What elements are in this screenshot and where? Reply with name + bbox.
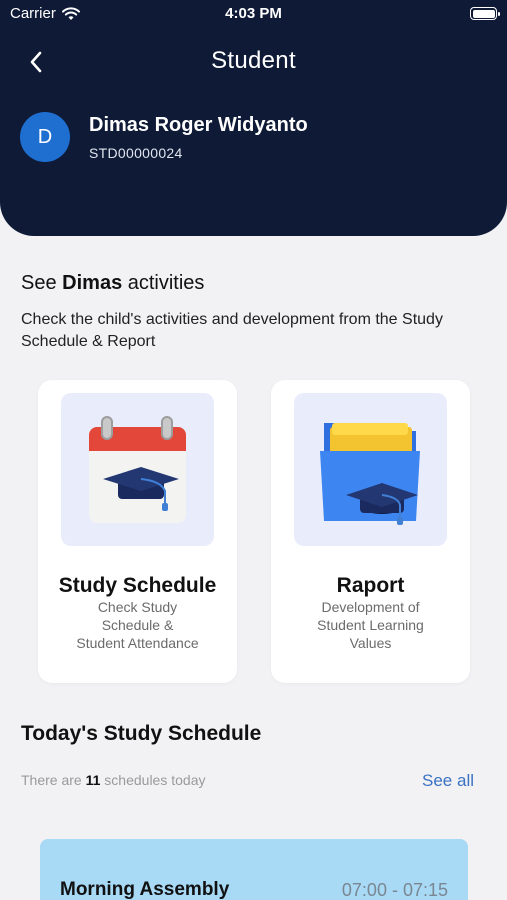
study-schedule-image [61, 393, 214, 546]
study-schedule-title: Study Schedule [58, 574, 217, 597]
nav-bar: Student [0, 40, 507, 84]
schedule-count-suffix: schedules today [100, 772, 206, 788]
raport-image [294, 393, 447, 546]
schedule-item[interactable]: Morning Assembly 07:00 - 07:15 [40, 839, 468, 900]
activities-heading: See Dimas activities [21, 272, 204, 295]
raport-title: Raport [336, 574, 405, 597]
raport-card[interactable]: Raport Development of Student Learning V… [271, 380, 470, 683]
profile-text: Dimas Roger Widyanto STD00000024 [89, 114, 308, 161]
status-time: 4:03 PM [225, 5, 282, 22]
activities-heading-prefix: See [21, 272, 63, 294]
folder-graduation-cap-icon [320, 423, 420, 525]
see-all-link[interactable]: See all [422, 771, 474, 791]
raport-description: Development of Student Learning Values [317, 599, 424, 651]
battery-icon [470, 7, 500, 20]
study-schedule-card[interactable]: Study Schedule Check Study Schedule & St… [38, 380, 237, 683]
status-bar: Carrier 4:03 PM [0, 0, 507, 28]
student-name: Dimas Roger Widyanto [89, 113, 308, 136]
student-profile: D Dimas Roger Widyanto STD00000024 [20, 112, 308, 162]
today-schedule-heading: Today's Study Schedule [21, 722, 262, 745]
page-title: Student [211, 47, 296, 74]
student-id: STD00000024 [89, 144, 183, 161]
schedule-count-text: There are 11 schedules today [21, 772, 205, 788]
schedule-item-time: 07:00 - 07:15 [341, 880, 448, 900]
schedule-item-name: Morning Assembly [60, 879, 230, 900]
study-schedule-description: Check Study Schedule & Student Attendanc… [76, 599, 199, 651]
header: Carrier 4:03 PM Student D Dimas Roger Wi… [0, 0, 507, 236]
schedule-count-prefix: There are [21, 772, 86, 788]
schedule-count: 11 [85, 772, 101, 788]
calendar-graduation-cap-icon [89, 416, 186, 523]
activities-heading-suffix: activities [122, 272, 205, 294]
avatar: D [20, 112, 70, 162]
activities-description: Check the child's activities and develop… [21, 311, 443, 350]
activities-heading-name: Dimas [62, 272, 123, 294]
